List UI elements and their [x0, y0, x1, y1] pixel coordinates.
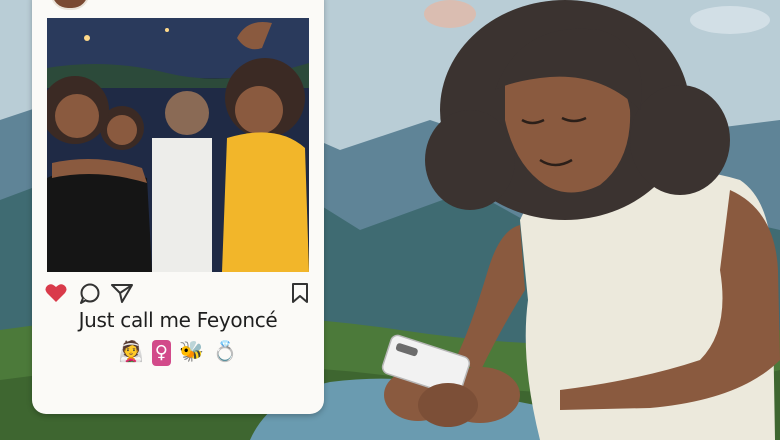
cloud — [690, 6, 770, 34]
heart-icon[interactable] — [44, 282, 68, 304]
post-action-bar — [44, 282, 312, 304]
illustration-scene: Just call me Feyoncé 👰 ♀ 🐝 💍 — [0, 0, 780, 440]
party-photo-illustration — [47, 18, 309, 272]
share-icon[interactable] — [110, 282, 134, 304]
post-photo[interactable] — [47, 18, 309, 272]
cloud — [424, 0, 476, 28]
female-sign-emoji-icon: ♀ — [151, 340, 171, 366]
comment-icon[interactable] — [78, 282, 102, 304]
ring-emoji-icon: 💍 — [212, 339, 238, 363]
social-post-card[interactable]: Just call me Feyoncé 👰 ♀ 🐝 💍 — [32, 0, 324, 414]
bee-emoji-icon: 🐝 — [179, 339, 205, 363]
bride-emoji-icon: 👰 — [118, 339, 144, 363]
post-caption: Just call me Feyoncé — [78, 308, 278, 332]
caption-emoji-row: 👰 ♀ 🐝 💍 — [32, 338, 324, 366]
bookmark-icon[interactable] — [288, 282, 312, 304]
avatar[interactable] — [50, 0, 90, 10]
